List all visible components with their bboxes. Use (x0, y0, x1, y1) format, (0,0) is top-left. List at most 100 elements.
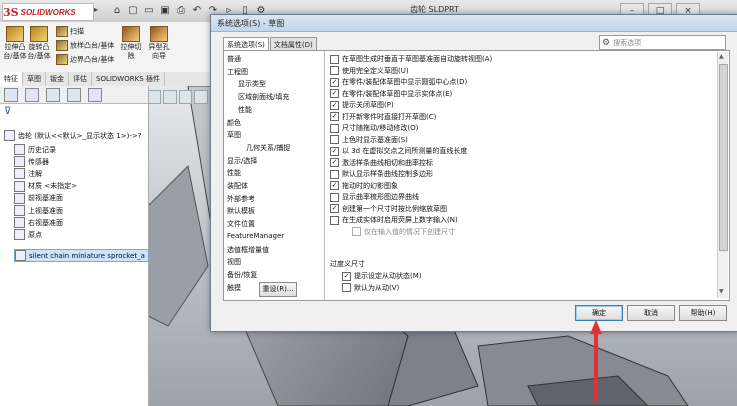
option-checkbox-row[interactable]: 默认显示样条曲线控制多边形 (330, 169, 433, 179)
category-item[interactable]: 性能 (238, 105, 252, 115)
scroll-down-icon[interactable]: ▼ (719, 288, 724, 295)
checkbox[interactable]: ✓ (330, 112, 339, 121)
tree-item[interactable]: 原点 (14, 229, 42, 241)
tree-item[interactable]: 历史记录 (14, 144, 56, 155)
checkbox[interactable] (342, 283, 351, 292)
checkbox[interactable] (330, 54, 339, 64)
reset-button[interactable]: 重设(R)... (259, 282, 297, 297)
checkbox[interactable]: ✓ (330, 89, 339, 98)
category-item[interactable]: FeatureManager (227, 232, 284, 240)
quick-tool-icon-0[interactable]: ⌂ (110, 4, 124, 18)
configuration-manager-icon[interactable] (46, 87, 60, 102)
category-item[interactable]: 触摸 (227, 283, 241, 293)
category-item[interactable]: 显示类型 (238, 79, 266, 89)
option-checkbox-row[interactable]: 尺寸随拖动/移动修改(O) (330, 123, 418, 133)
scroll-thumb[interactable] (719, 64, 728, 251)
quick-tool-icon-4[interactable]: ⎙ (174, 4, 188, 18)
category-item[interactable]: 文件位置 (227, 219, 255, 229)
menu-expand-icon[interactable]: ▸ (94, 5, 104, 17)
zoom-fit-icon[interactable] (148, 90, 162, 104)
option-checkbox-row[interactable]: ✓ 以 3d 在虚拟交点之间所测量的直线长度 (330, 146, 467, 156)
tree-item[interactable]: 传感器 (14, 156, 49, 168)
checkbox[interactable] (330, 123, 339, 133)
search-options-input[interactable]: ⚙ 搜索选项 (599, 35, 726, 50)
category-item[interactable]: 视图 (227, 257, 241, 267)
option-checkbox-row[interactable]: 上色时显示基准面(S) (330, 135, 408, 145)
feature-tree-icon[interactable] (4, 87, 18, 102)
tab-4[interactable]: SOLIDWORKS 插件 (92, 72, 165, 86)
ribbon-button-2[interactable]: 扫描 (56, 26, 96, 37)
checkbox[interactable]: ✓ (330, 77, 339, 87)
category-item[interactable]: 工程图 (227, 67, 248, 77)
tree-item[interactable]: 前视基准面 (14, 192, 63, 204)
checkbox[interactable]: ✓ (330, 100, 339, 110)
tab-3[interactable]: 评估 (69, 72, 92, 86)
quick-tool-icon-1[interactable]: ▢ (126, 4, 140, 18)
option-checkbox-row[interactable]: 仅在输入值的情况下创建尺寸 (352, 227, 455, 237)
dimxpert-icon[interactable] (67, 87, 81, 102)
checkbox[interactable]: ✓ (330, 204, 339, 213)
option-checkbox-row[interactable]: ✓ 激活样条曲线相切和曲率控标 (330, 158, 433, 168)
category-item[interactable]: 草图 (227, 130, 241, 140)
category-item[interactable]: 装配体 (227, 181, 248, 191)
section-view-icon[interactable] (194, 90, 208, 104)
zoom-area-icon[interactable] (163, 90, 177, 104)
category-item[interactable]: 性能 (227, 168, 241, 178)
tree-item[interactable]: 右视基准面 (14, 217, 63, 229)
option-checkbox-row[interactable]: 显示曲率梳形图边界曲线 (330, 192, 419, 202)
ribbon-button-5[interactable]: 拉伸切 除 (118, 26, 144, 61)
option-checkbox-row[interactable]: ✓ 提示设定从动状态(M) (342, 271, 422, 281)
option-checkbox-row[interactable]: ✓ 创建第一个尺寸时按比例缩放草图 (330, 204, 447, 214)
scroll-up-icon[interactable]: ▲ (719, 53, 724, 60)
checkbox[interactable] (330, 66, 339, 75)
ribbon-button-1[interactable]: 旋转凸 台/基体 (26, 26, 52, 61)
quick-tool-icon-3[interactable]: ▣ (158, 4, 172, 18)
category-item[interactable]: 备份/恢复 (227, 270, 257, 280)
previous-view-icon[interactable] (178, 90, 193, 104)
quick-tool-icon-2[interactable]: ▭ (142, 4, 156, 18)
checkbox[interactable] (330, 169, 339, 179)
option-checkbox-row[interactable]: ✓ 在零件/装配体草图中显示实体点(E) (330, 89, 452, 99)
option-checkbox-row[interactable]: ✓ 拖动时的幻影图象 (330, 181, 398, 191)
tab-1[interactable]: 草图 (23, 72, 46, 86)
tree-item[interactable]: 上视基准面 (14, 205, 63, 216)
option-checkbox-row[interactable]: ✓ 提示关闭草图(P) (330, 100, 394, 110)
ribbon-button-6[interactable]: 异型孔 向导 (146, 26, 172, 61)
cancel-button[interactable]: 取消 (627, 305, 675, 321)
category-item[interactable]: 区域剖面线/填充 (238, 92, 289, 102)
option-checkbox-row[interactable]: ✓ 打开新零件时直接打开草图(C) (330, 112, 436, 122)
category-item[interactable]: 普通 (227, 54, 241, 64)
property-manager-icon[interactable] (25, 87, 39, 102)
checkbox[interactable] (330, 215, 339, 225)
category-item[interactable]: 颜色 (227, 118, 241, 128)
checkbox[interactable] (330, 135, 339, 144)
ribbon-button-0[interactable]: 拉伸凸 台/基体 (2, 26, 28, 61)
option-checkbox-row[interactable]: ✓ 在零件/装配体草图中显示圆弧中心点(D) (330, 77, 467, 87)
category-item[interactable]: 默认模板 (227, 206, 255, 216)
quick-tool-icon-5[interactable]: ↶ (190, 4, 204, 18)
checkbox[interactable]: ✓ (342, 271, 351, 281)
checkbox[interactable] (330, 192, 339, 202)
checkbox[interactable]: ✓ (330, 146, 339, 156)
option-checkbox-row[interactable]: 在草图生成时垂直于草图基准面自动旋转视图(A) (330, 54, 492, 64)
option-checkbox-row[interactable]: 默认为从动(V) (342, 283, 399, 293)
solidworks-logo[interactable]: 3S SOLIDWORKS (2, 3, 94, 21)
help-button[interactable]: 帮助(H) (679, 305, 727, 321)
tree-item[interactable]: 注解 (14, 168, 42, 180)
checkbox[interactable]: ✓ (330, 181, 339, 190)
tree-item[interactable]: 材质 <未指定> (14, 180, 77, 192)
category-item[interactable]: 选值框增量值 (227, 245, 269, 255)
display-manager-icon[interactable] (88, 87, 102, 102)
category-item[interactable]: 几何关系/捕捉 (246, 143, 290, 153)
options-scrollbar[interactable]: ▲ ▼ (717, 52, 728, 298)
tree-item-selected[interactable]: silent chain miniature sprocket_a (14, 249, 149, 262)
filter-icon[interactable]: ⊽ (4, 106, 11, 117)
checkbox[interactable]: ✓ (330, 158, 339, 167)
tree-root-part[interactable]: 齿轮 (默认<<默认>_显示状态 1>)->? (4, 130, 141, 141)
option-checkbox-row[interactable]: 使用完全定义草图(U) (330, 66, 409, 76)
category-item[interactable]: 外部参考 (227, 194, 255, 204)
tab-0[interactable]: 特征 (0, 72, 23, 86)
checkbox[interactable] (352, 227, 361, 236)
category-item[interactable]: 显示/选择 (227, 156, 257, 166)
option-checkbox-row[interactable]: 在生成实体时启用荧屏上数字输入(N) (330, 215, 458, 225)
